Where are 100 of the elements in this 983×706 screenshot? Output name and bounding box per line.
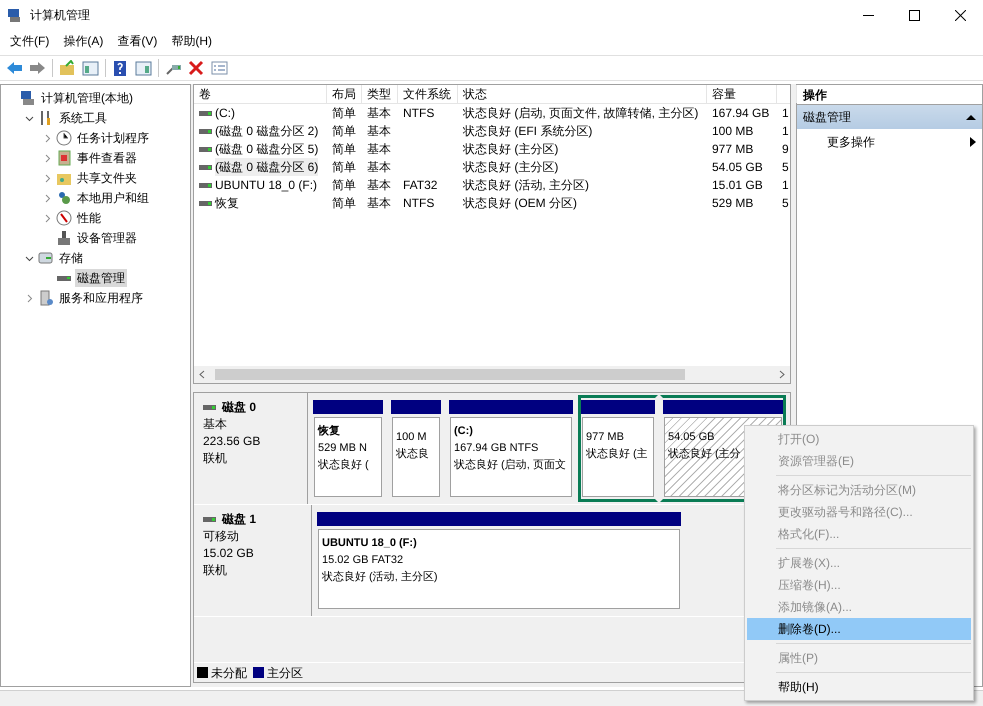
partition-name: 恢复 — [318, 424, 341, 439]
table-cell-text: 简单 — [332, 123, 356, 140]
gauge-icon — [56, 210, 72, 226]
table-cell[interactable]: (磁盘 0 磁盘分区 2) — [215, 122, 318, 140]
computer-icon — [20, 90, 36, 106]
drive-icon — [199, 200, 212, 206]
partition-name: (C:) — [454, 424, 474, 439]
table-cell[interactable]: 恢复 — [215, 194, 239, 212]
tree-item[interactable]: 设备管理器 — [75, 229, 139, 247]
table-cell-text: 1 — [782, 105, 789, 122]
storage-icon — [38, 250, 54, 266]
partition-status: 状态良 — [396, 446, 430, 462]
column-header[interactable]: 类型 — [362, 85, 398, 103]
action-item[interactable]: 更多操作 — [797, 132, 982, 152]
device-icon — [56, 230, 72, 246]
table-cell-text: 状态良好 (活动, 主分区) — [463, 177, 589, 194]
drive-icon — [199, 146, 212, 152]
back-arrow-icon — [6, 60, 23, 76]
tree-item[interactable]: 系统工具 — [57, 109, 109, 127]
column-header[interactable]: 卷 — [194, 85, 327, 103]
table-cell-text: NTFS — [403, 195, 434, 212]
table-cell-text: 54.05 GB — [712, 159, 763, 176]
actions-section[interactable]: 磁盘管理 — [797, 105, 982, 129]
tree-item[interactable]: 计算机管理(本地) — [39, 89, 135, 107]
table-cell-text: 基本 — [367, 159, 391, 176]
legend-label: 主分区 — [267, 664, 303, 682]
table-cell-text: 5 — [782, 159, 789, 176]
table-cell[interactable]: (磁盘 0 磁盘分区 6) — [215, 158, 318, 176]
collapse-icon[interactable] — [24, 114, 34, 122]
table-cell-text: 状态良好 (EFI 系统分区) — [463, 123, 592, 140]
menu-item[interactable]: 操作(A) — [56, 32, 110, 50]
collapse-icon[interactable] — [966, 112, 976, 122]
computer-icon — [7, 7, 23, 23]
maximize-icon — [908, 10, 920, 20]
table-cell-text: 529 MB — [712, 195, 754, 212]
expand-icon[interactable] — [42, 194, 52, 202]
table-cell[interactable]: (C:) — [215, 104, 235, 122]
partition-bar — [313, 400, 383, 414]
tree-item[interactable]: 存储 — [57, 249, 85, 267]
table-cell-text: 9 — [782, 141, 789, 158]
delete-icon — [188, 60, 205, 76]
folder-icon — [59, 60, 76, 76]
column-header[interactable]: 布局 — [327, 85, 362, 103]
window-title: 计算机管理 — [30, 7, 91, 24]
tree-item[interactable]: 共享文件夹 — [75, 169, 139, 187]
menu-item[interactable]: 文件(F) — [3, 32, 56, 50]
disk-status: 联机 — [203, 450, 228, 467]
table-cell-text: 基本 — [367, 177, 391, 194]
tree-item[interactable]: 性能 — [75, 209, 103, 227]
column-header[interactable]: 容量 — [707, 85, 777, 103]
column-header[interactable]: 状态 — [458, 85, 707, 103]
collapse-icon[interactable] — [24, 254, 34, 262]
table-cell-text: 状态良好 (OEM 分区) — [463, 195, 577, 212]
table-cell-text: 状态良好 (主分区) — [463, 159, 558, 176]
disk-size: 15.02 GB — [203, 545, 255, 562]
expand-icon[interactable] — [42, 134, 52, 142]
forward-arrow-icon — [29, 60, 46, 76]
table-cell[interactable]: UBUNTU 18_0 (F:) — [215, 176, 318, 194]
tree-item[interactable]: 任务计划程序 — [75, 129, 151, 147]
expand-icon[interactable] — [42, 174, 52, 182]
table-cell-text: NTFS — [403, 105, 434, 122]
horizontal-scrollbar[interactable] — [194, 366, 790, 383]
legend-label: 未分配 — [211, 664, 247, 682]
menu-item[interactable]: 查看(V) — [110, 32, 164, 50]
table-cell-text: FAT32 — [403, 177, 438, 194]
help-icon — [112, 60, 129, 76]
table-cell-text: 状态良好 (主分区) — [463, 141, 558, 158]
partition-size: 100 M — [396, 430, 428, 445]
close-icon — [954, 10, 966, 20]
column-header[interactable]: 文件系统 — [398, 85, 458, 103]
table-cell-text: 基本 — [367, 123, 391, 140]
table-cell-text: 基本 — [367, 195, 391, 212]
expand-icon[interactable] — [42, 154, 52, 162]
expand-icon[interactable] — [42, 214, 52, 222]
partition-status: 状态良好 ( — [318, 458, 370, 473]
partition-status: 状态良好 (主分 — [668, 446, 742, 462]
table-cell-text: 1 — [782, 123, 789, 140]
partition-size: 167.94 GB NTFS — [454, 441, 540, 456]
disk-type: 基本 — [203, 416, 228, 433]
drive-icon — [199, 182, 212, 188]
drive-icon — [199, 164, 212, 170]
table-cell-text: 15.01 GB — [712, 177, 763, 194]
menu-item[interactable]: 帮助(H) — [747, 676, 971, 698]
tree-item[interactable]: 事件查看器 — [75, 149, 139, 167]
partition-size: 529 MB N — [318, 441, 368, 456]
table-cell-text: 基本 — [367, 105, 391, 122]
tree-item[interactable]: 服务和应用程序 — [57, 289, 145, 307]
expand-icon[interactable] — [24, 294, 34, 302]
caret-icon — [970, 137, 976, 147]
menu-item[interactable]: 删除卷(D)... — [747, 618, 971, 640]
drive-icon — [199, 128, 212, 134]
tree-item[interactable]: 本地用户和组 — [75, 189, 151, 207]
menu-item[interactable]: 帮助(H) — [164, 32, 219, 50]
partition[interactable]: 977 MB 状态良好 (主 — [578, 395, 658, 502]
tree-item[interactable]: 磁盘管理 — [75, 269, 127, 287]
scrollbar-thumb[interactable] — [215, 369, 685, 380]
log-icon — [56, 150, 72, 166]
table-cell-text: 5 — [782, 195, 789, 212]
disk-status: 联机 — [203, 562, 228, 579]
table-cell[interactable]: (磁盘 0 磁盘分区 5) — [215, 140, 318, 158]
